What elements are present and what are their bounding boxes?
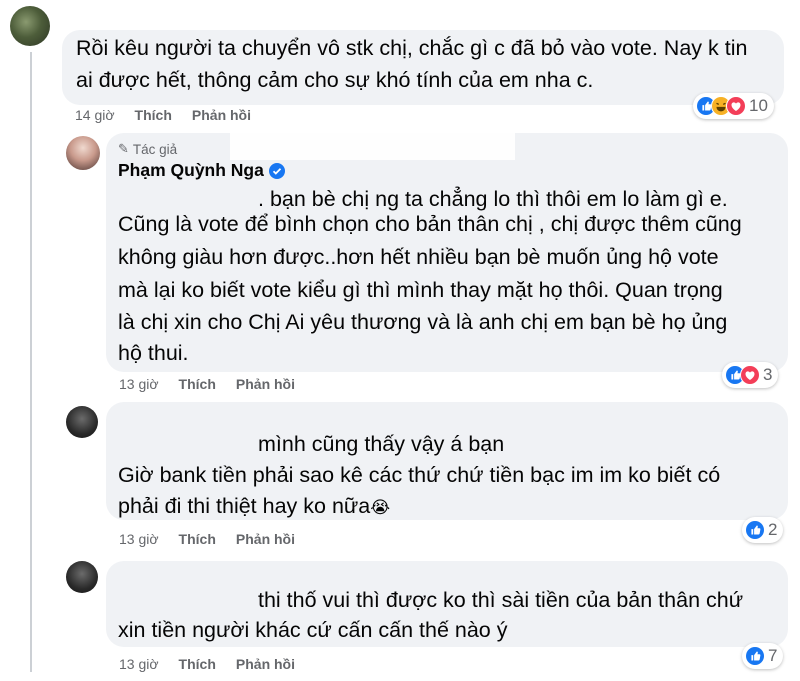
like-button[interactable]: Thích: [179, 376, 216, 392]
reaction-summary[interactable]: 3: [722, 362, 779, 388]
comment-meta: 14 giờ Thích Phản hồi: [75, 107, 251, 123]
author-name[interactable]: Phạm Quỳnh Nga: [118, 160, 285, 181]
comment-time[interactable]: 14 giờ: [75, 107, 115, 123]
comment-meta: 13 giờ Thích Phản hồi: [119, 376, 295, 392]
reaction-count: 10: [749, 96, 768, 115]
pencil-icon: ✎: [118, 141, 129, 156]
thread-line: [30, 52, 32, 672]
comment-time[interactable]: 13 giờ: [119, 531, 159, 547]
comment-time[interactable]: 13 giờ: [119, 656, 159, 672]
comment-text-line: thi thố vui thì được ko thì sài tiền của…: [258, 588, 744, 612]
love-icon: [740, 365, 760, 385]
comment-text-line: mình cũng thấy vậy á bạn: [258, 432, 505, 456]
like-button[interactable]: Thích: [135, 107, 172, 123]
verified-icon: [268, 162, 285, 179]
reply-button[interactable]: Phản hồi: [192, 107, 251, 123]
reaction-count: 7: [768, 646, 778, 665]
comment-text-line: ai được hết, thông cảm cho sự khó tính c…: [76, 68, 594, 92]
redacted-area: [230, 132, 515, 160]
comment-text-line: mà lại ko biết vote kiểu gì thì mình tha…: [118, 278, 723, 302]
avatar[interactable]: [66, 406, 98, 438]
like-button[interactable]: Thích: [179, 531, 216, 547]
reaction-summary[interactable]: 2: [742, 517, 784, 543]
avatar[interactable]: [66, 136, 100, 170]
reaction-count: 2: [768, 520, 778, 539]
comment-text-line: xin tiền người khác cứ cấn cấn thế nào ý: [118, 618, 508, 642]
comment-text-line: Cũng là vote để bình chọn cho bản thân c…: [118, 212, 742, 236]
reply-button[interactable]: Phản hồi: [236, 656, 295, 672]
reply-button[interactable]: Phản hồi: [236, 376, 295, 392]
comment-text-line: Rồi kêu người ta chuyển vô stk chị, chắc…: [76, 36, 748, 60]
comment-text-line: Giờ bank tiền phải sao kê các thứ chứ ti…: [118, 463, 721, 487]
comment-meta: 13 giờ Thích Phản hồi: [119, 656, 295, 672]
reply-button[interactable]: Phản hồi: [236, 531, 295, 547]
like-button[interactable]: Thích: [179, 656, 216, 672]
comment-text-line: phải đi thi thiệt hay ko nữa😭: [118, 494, 391, 518]
avatar[interactable]: [10, 6, 50, 46]
author-badge: ✎ Tác giả: [118, 141, 178, 157]
like-icon: [745, 520, 765, 540]
comment-text-line: hộ thui.: [118, 341, 189, 365]
crying-emoji: 😭: [370, 498, 391, 517]
reaction-summary[interactable]: 7: [742, 643, 784, 669]
reaction-summary[interactable]: 10: [693, 93, 774, 119]
comment-time[interactable]: 13 giờ: [119, 376, 159, 392]
comment-text-line: là chị xin cho Chị Ai yêu thương và là a…: [118, 310, 728, 334]
reaction-count: 3: [763, 365, 773, 384]
like-icon: [745, 646, 765, 666]
love-icon: [726, 96, 746, 116]
comment-meta: 13 giờ Thích Phản hồi: [119, 531, 295, 547]
avatar[interactable]: [66, 561, 98, 593]
comment-text-line: không giàu hơn được..hơn hết nhiều bạn b…: [118, 245, 719, 269]
